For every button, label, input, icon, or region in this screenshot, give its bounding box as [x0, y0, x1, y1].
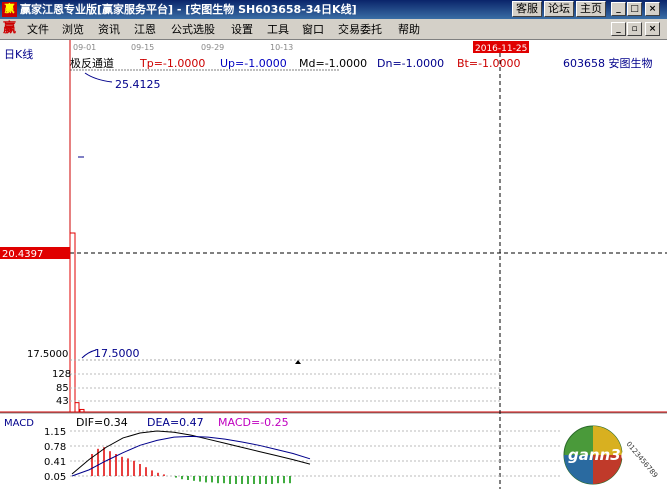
macd-tick: 0.05 [44, 472, 66, 483]
mdi-close-icon[interactable]: × [645, 22, 660, 36]
volume-bars [74, 402, 85, 413]
menu-browse[interactable]: 浏览 [62, 22, 84, 37]
period-label: 日K线 [4, 47, 33, 61]
homepage-button[interactable]: 主页 [576, 1, 606, 17]
annotation-low: 17.5000 [94, 347, 140, 360]
menu-file[interactable]: 文件 [27, 22, 49, 37]
close-icon[interactable]: × [645, 2, 660, 16]
param-bt: Bt=-1.0000 [457, 57, 521, 70]
param-md: Md=-1.0000 [299, 57, 367, 70]
macd-tick: 1.15 [44, 427, 66, 438]
gann360-logo: gann360 0123456789 [563, 425, 659, 485]
mdi-restore-icon[interactable]: ▫ [627, 22, 642, 36]
forum-button[interactable]: 论坛 [544, 1, 574, 17]
menu-bar: 赢 文件 浏览 资讯 江恩 公式选股 设置 工具 窗口 交易委托 帮助 _ ▫ … [0, 19, 667, 40]
stock-label: 603658 安图生物 [563, 56, 653, 70]
date-tick: 09-15 [131, 43, 154, 52]
macd-dea: DEA=0.47 [147, 416, 204, 429]
volume-tick: 85 [56, 383, 69, 394]
window-title: 赢家江恩专业版[赢家服务平台] - [安图生物 SH603658-34日K线] [20, 3, 357, 16]
title-bar: 赢 赢家江恩专业版[赢家服务平台] - [安图生物 SH603658-34日K线… [0, 0, 667, 19]
price-axis-label: 17.5000 [27, 349, 68, 360]
maximize-icon[interactable]: □ [627, 2, 642, 16]
menu-logo-icon: 赢 [3, 21, 17, 36]
cursor-price-label: 20.4397 [2, 249, 43, 260]
menu-info[interactable]: 资讯 [98, 22, 120, 37]
date-tick: 10-13 [270, 43, 293, 52]
customer-service-button[interactable]: 客服 [512, 1, 542, 17]
param-tp: Tp=-1.0000 [139, 57, 205, 70]
volume-bar [74, 402, 80, 413]
dif-line [71, 430, 311, 475]
menu-settings[interactable]: 设置 [231, 22, 253, 37]
volume-tick: 128 [52, 369, 71, 380]
cursor-date-label: 2016-11-25 [475, 44, 527, 54]
macd-tick: 0.78 [44, 442, 66, 453]
mdi-minimize-icon[interactable]: _ [611, 22, 626, 36]
macd-name: MACD [4, 418, 34, 429]
macd-value: MACD=-0.25 [218, 416, 289, 429]
param-dn: Dn=-1.0000 [377, 57, 444, 70]
menu-formula-select[interactable]: 公式选股 [171, 22, 215, 37]
dea-line [71, 435, 311, 477]
candle-bar [69, 232, 76, 413]
app-icon: 赢 [2, 2, 17, 17]
macd-histogram [91, 447, 291, 484]
macd-tick: 0.41 [44, 457, 66, 468]
menu-help[interactable]: 帮助 [398, 22, 420, 37]
chart-area[interactable]: 09-01 09-15 09-29 10-13 2016-11-25 日K线 极… [0, 40, 667, 489]
minimize-icon[interactable]: _ [611, 2, 626, 16]
param-up: Up=-1.0000 [220, 57, 287, 70]
menu-gann[interactable]: 江恩 [134, 22, 156, 37]
kline-chart-svg: 09-01 09-15 09-29 10-13 2016-11-25 日K线 极… [0, 40, 667, 489]
date-tick: 09-01 [73, 43, 96, 52]
volume-tick: 43 [56, 396, 69, 407]
date-tick: 09-29 [201, 43, 224, 52]
triangle-marker [295, 360, 301, 364]
volume-bar [79, 408, 85, 413]
annotation-high: 25.4125 [115, 78, 161, 91]
macd-dif: DIF=0.34 [76, 416, 128, 429]
menu-tools[interactable]: 工具 [267, 22, 289, 37]
indicator-name: 极反通道 [70, 56, 114, 70]
menu-trade[interactable]: 交易委托 [338, 22, 382, 37]
menu-window[interactable]: 窗口 [302, 22, 324, 37]
